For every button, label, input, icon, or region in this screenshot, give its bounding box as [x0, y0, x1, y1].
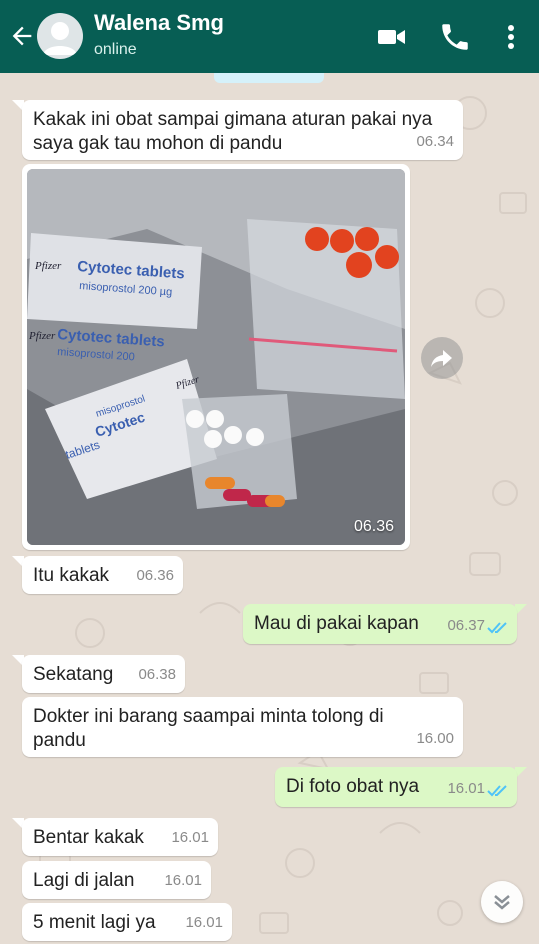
- message-line: pandu: [33, 730, 86, 751]
- photo-label: Pfizer: [34, 260, 62, 272]
- incoming-message[interactable]: 5 menit lagi ya 16.01: [22, 903, 232, 941]
- photo-label: Pfizer: [28, 330, 56, 342]
- message-line: Kakak ini obat sampai gimana aturan paka…: [33, 109, 433, 130]
- message-time: 06.36: [353, 518, 394, 535]
- incoming-message[interactable]: Kakak ini obat sampai gimana aturan paka…: [22, 100, 463, 160]
- incoming-message[interactable]: Bentar kakak 16.01: [22, 818, 218, 856]
- message-text: Dokter ini barang saampai minta tolong d…: [33, 705, 384, 753]
- avatar[interactable]: [37, 13, 83, 59]
- medicine-photo: Cytotec tablets misoprostol 200 µg Cytot…: [27, 169, 405, 545]
- photo-thumbnail[interactable]: Cytotec tablets misoprostol 200 µg Cytot…: [27, 169, 405, 545]
- message-time: 06.36: [136, 567, 174, 584]
- message-text: Itu kakak: [33, 565, 110, 586]
- chat-header: Walena Smg online: [0, 0, 539, 73]
- double-check-icon: [487, 785, 507, 797]
- incoming-message[interactable]: Dokter ini barang saampai minta tolong d…: [22, 697, 463, 757]
- contact-status: online: [94, 41, 137, 58]
- message-line: saya gak tau mohon di pandu: [33, 133, 283, 154]
- chat-area[interactable]: Kakak ini obat sampai gimana aturan paka…: [0, 73, 539, 944]
- message-line: Dokter ini barang saampai minta tolong d…: [33, 706, 384, 727]
- double-chevron-down-icon: [494, 895, 510, 910]
- message-time: 16.01: [164, 872, 202, 889]
- incoming-message[interactable]: Itu kakak 06.36: [22, 556, 183, 594]
- arrow-left-icon[interactable]: [8, 22, 36, 50]
- incoming-photo-message[interactable]: Cytotec tablets misoprostol 200 µg Cytot…: [22, 164, 410, 550]
- incoming-message[interactable]: Sekatang 06.38: [22, 655, 185, 693]
- forward-icon: [431, 350, 452, 367]
- message-time: 16.01: [185, 914, 223, 931]
- message-time: 06.37: [447, 617, 485, 634]
- double-check-icon: [487, 622, 507, 634]
- message-time: 06.34: [416, 133, 454, 150]
- message-text: Di foto obat nya: [286, 776, 420, 797]
- message-text: Lagi di jalan: [33, 870, 135, 891]
- default-avatar-icon: [43, 22, 77, 55]
- more-vertical-icon[interactable]: [494, 20, 528, 54]
- phone-call-icon[interactable]: [438, 20, 472, 54]
- video-call-icon[interactable]: [374, 20, 408, 54]
- message-text: Mau di pakai kapan: [254, 613, 419, 634]
- incoming-message[interactable]: Lagi di jalan 16.01: [22, 861, 211, 899]
- message-text: 5 menit lagi ya: [33, 912, 156, 933]
- scroll-down-button[interactable]: [481, 881, 523, 923]
- contact-name[interactable]: Walena Smg: [94, 10, 224, 36]
- message-time: 06.38: [138, 666, 176, 683]
- date-chip: [214, 73, 324, 83]
- outgoing-message[interactable]: Di foto obat nya 16.01: [275, 767, 517, 807]
- message-time: 16.00: [416, 730, 454, 747]
- message-text: Kakak ini obat sampai gimana aturan paka…: [33, 108, 432, 156]
- message-text: Sekatang: [33, 664, 114, 685]
- message-time: 16.01: [447, 780, 485, 797]
- outgoing-message[interactable]: Mau di pakai kapan 06.37: [243, 604, 517, 644]
- forward-button[interactable]: [421, 337, 463, 379]
- message-time: 16.01: [171, 829, 209, 846]
- message-text: Bentar kakak: [33, 827, 144, 848]
